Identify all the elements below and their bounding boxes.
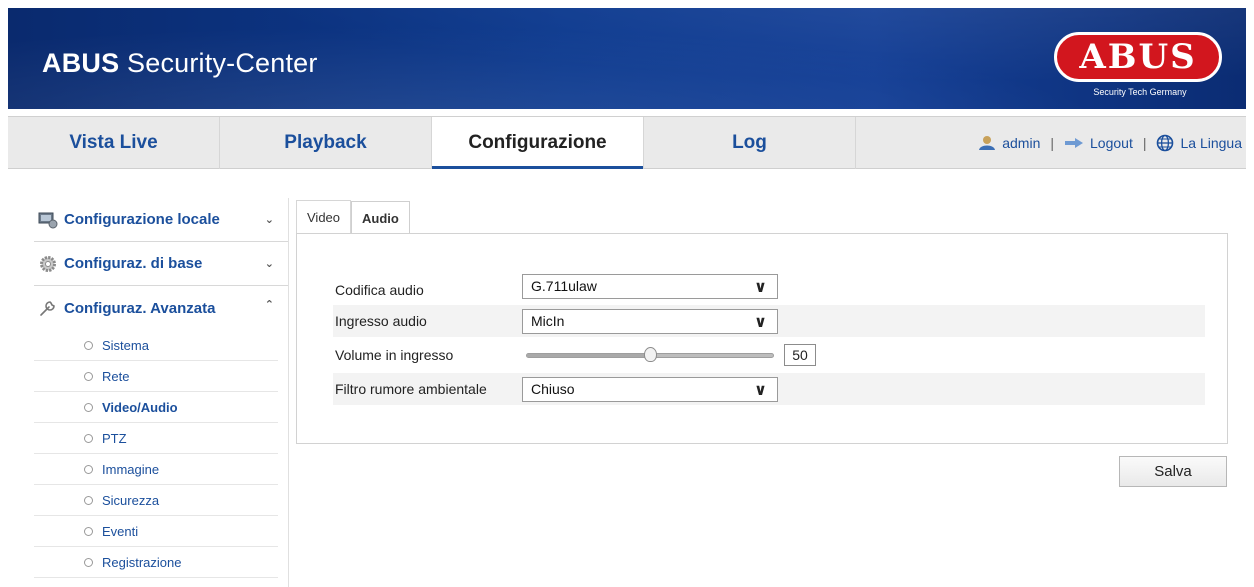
globe-icon (1157, 134, 1174, 152)
abus-logo-tagline: Security Tech Germany (1093, 87, 1187, 97)
save-button[interactable]: Salva (1119, 456, 1227, 487)
chevron-down-icon: ∨ (754, 313, 767, 331)
noise-filter-select[interactable]: Chiuso ∨ (522, 376, 778, 402)
audio-input-row: Ingresso audio MicIn ∨ (333, 305, 1205, 337)
sidebar-section-label: Configuraz. di base (64, 255, 203, 272)
sidebar-item-label: Registrazione (102, 554, 182, 570)
sidebar-item-registrazione[interactable]: Registrazione (34, 547, 278, 578)
user-icon (979, 136, 996, 150)
sidebar-item-label: Rete (102, 368, 130, 384)
app-title: ABUS Security-Center (42, 48, 318, 79)
audio-settings-panel: Codifica audio G.711ulaw ∨ Ingresso audi… (296, 233, 1228, 444)
bullet-icon (84, 526, 93, 536)
noise-filter-label: Filtro rumore ambientale (335, 381, 487, 397)
tab-playback[interactable]: Playback (220, 117, 432, 169)
input-volume-label: Volume in ingresso (335, 347, 454, 363)
sidebar: Configurazione locale ⌄ Configuraz. di b… (34, 198, 289, 587)
sidebar-item-label: Sistema (102, 337, 149, 353)
wrench-icon (40, 301, 55, 316)
sidebar-item-label: PTZ (102, 430, 127, 446)
sidebar-item-label: Eventi (102, 523, 139, 539)
abus-logo-badge: ABUS (1054, 32, 1222, 82)
sidebar-section-local-config[interactable]: Configurazione locale ⌄ (34, 198, 288, 242)
sidebar-item-label: Immagine (102, 461, 160, 477)
content-tabs: Video Audio (296, 200, 410, 235)
audio-input-label: Ingresso audio (335, 313, 427, 329)
language-link[interactable]: La Lingua (1180, 135, 1242, 151)
logout-icon (1065, 138, 1084, 148)
audio-encoding-label: Codifica audio (335, 282, 424, 298)
sidebar-section-advanced-config[interactable]: Configuraz. Avanzata ⌃ (34, 286, 288, 330)
sidebar-item-rete[interactable]: Rete (34, 361, 278, 392)
chevron-down-icon: ⌄ (264, 214, 274, 226)
sidebar-section-label: Configuraz. Avanzata (64, 299, 216, 317)
input-volume-row: Volume in ingresso 50 (333, 339, 1205, 371)
bullet-icon (84, 557, 93, 567)
chevron-down-icon: ∨ (754, 278, 767, 296)
input-volume-value[interactable]: 50 (784, 344, 816, 366)
monitor-config-icon (38, 212, 58, 228)
user-area: admin | Logout | La Lingua (978, 117, 1242, 169)
sidebar-item-label: Sicurezza (102, 492, 160, 508)
separator: | (1050, 135, 1055, 151)
noise-filter-row: Filtro rumore ambientale Chiuso ∨ (333, 373, 1205, 405)
bullet-icon (84, 495, 93, 505)
abus-logo-text: ABUS (1079, 37, 1197, 77)
tab-configurazione[interactable]: Configurazione (432, 117, 644, 169)
sidebar-item-eventi[interactable]: Eventi (34, 516, 278, 547)
app-header: ABUS Security-Center ABUS Security Tech … (8, 8, 1246, 109)
audio-encoding-row: Codifica audio G.711ulaw ∨ (333, 270, 1205, 302)
abus-logo: ABUS Security Tech Germany (1051, 30, 1229, 102)
bullet-icon (84, 402, 93, 412)
slider-handle[interactable] (643, 346, 657, 362)
sidebar-item-sicurezza[interactable]: Sicurezza (34, 485, 278, 516)
app-title-rest: Security-Center (119, 48, 318, 78)
audio-encoding-select[interactable]: G.711ulaw ∨ (522, 273, 778, 299)
app-title-brand: ABUS (42, 48, 120, 78)
chevron-down-icon: ∨ (754, 381, 767, 399)
sidebar-item-immagine[interactable]: Immagine (34, 454, 278, 485)
chevron-up-icon: ⌃ (264, 299, 274, 311)
slider-fill (527, 353, 650, 357)
tab-audio[interactable]: Audio (351, 201, 410, 235)
username-link[interactable]: admin (1002, 135, 1040, 151)
bullet-icon (84, 464, 93, 474)
bullet-icon (84, 340, 93, 350)
tab-log[interactable]: Log (644, 117, 856, 169)
audio-input-select[interactable]: MicIn ∨ (522, 308, 778, 334)
noise-filter-value: Chiuso (531, 380, 575, 397)
main-nav: Vista Live Playback Configurazione Log a… (8, 116, 1246, 169)
sidebar-item-video-audio[interactable]: Video/Audio (34, 392, 278, 423)
sidebar-item-label: Video/Audio (102, 399, 178, 415)
chevron-down-icon: ⌄ (264, 258, 274, 270)
sidebar-item-ptz[interactable]: PTZ (34, 423, 278, 454)
input-volume-slider[interactable] (522, 343, 778, 368)
audio-input-value: MicIn (531, 312, 565, 329)
tab-vista-live[interactable]: Vista Live (8, 117, 220, 169)
gear-icon (40, 255, 56, 272)
separator: | (1142, 135, 1147, 151)
bullet-icon (84, 433, 93, 443)
sidebar-item-sistema[interactable]: Sistema (34, 330, 278, 361)
logout-link[interactable]: Logout (1090, 135, 1133, 151)
bullet-icon (84, 371, 93, 381)
tab-video[interactable]: Video (296, 200, 352, 234)
audio-encoding-value: G.711ulaw (531, 277, 597, 294)
sidebar-section-basic-config[interactable]: Configuraz. di base ⌄ (34, 242, 288, 286)
sidebar-section-label: Configurazione locale (64, 211, 220, 228)
